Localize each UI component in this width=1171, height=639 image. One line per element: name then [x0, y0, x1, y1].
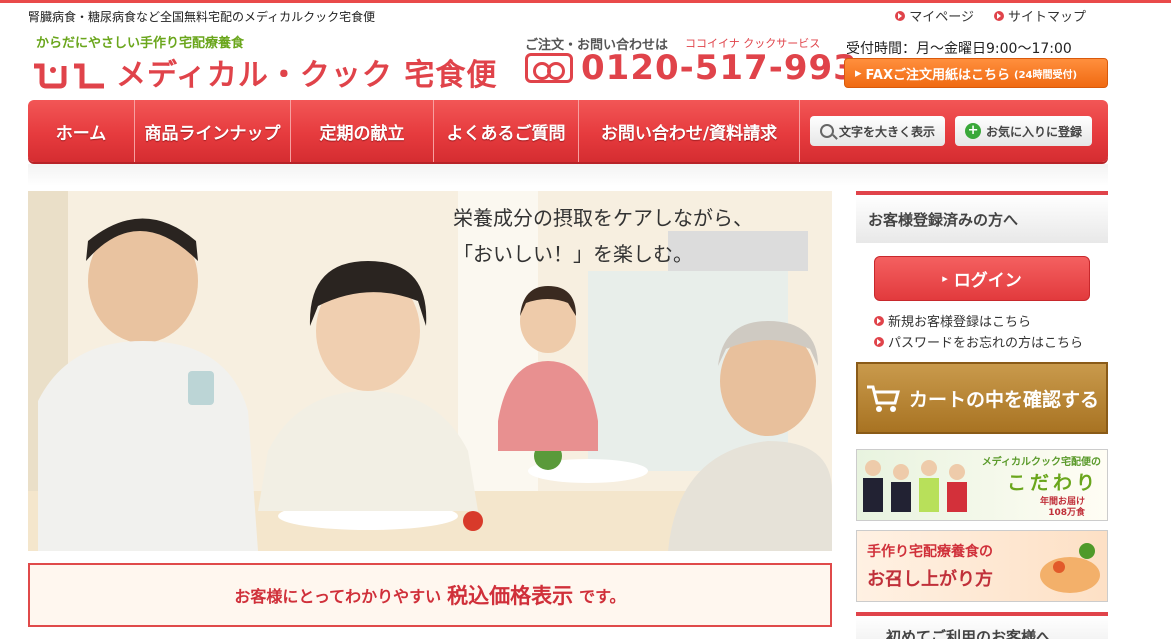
commitment-small: メディカルクック宅配便の: [981, 457, 1101, 468]
text-size-button[interactable]: 文字を大きく表示: [810, 116, 946, 146]
fax-order-button[interactable]: ▸ FAXご注文用紙はこちら (24時間受付): [844, 58, 1108, 88]
commitment-banner[interactable]: メディカルクック宅配便の こだわり 年間お届け 108万食: [856, 449, 1108, 521]
business-hours: 受付時間：月～金曜日9:00～17:00: [846, 41, 1072, 57]
arrow-icon: ▸: [942, 272, 948, 285]
fax-order-label: FAXご注文用紙はこちら: [865, 67, 1011, 83]
nav-home[interactable]: ホーム: [28, 100, 135, 162]
price-notice: お客様にとってわかりやすい 税込価格表示 です。: [28, 563, 832, 627]
arrow-bullet-icon: [895, 10, 906, 21]
logo-mark-icon: [34, 63, 104, 89]
commitment-title: こだわり: [1006, 472, 1099, 494]
view-cart-label: カートの中を確認する: [908, 388, 1099, 411]
fax-order-note: (24時間受付): [1014, 69, 1078, 81]
mypage-link[interactable]: マイページ: [895, 6, 974, 25]
phone-number[interactable]: 0120-517-993: [525, 48, 858, 88]
forgot-password-label: パスワードをお忘れの方はこちら: [888, 336, 1084, 351]
logo-subtitle: からだにやさしい手作り宅配療養食: [36, 36, 245, 51]
phone-number-text: 0120-517-993: [581, 48, 858, 88]
plus-icon: +: [965, 123, 982, 139]
main-nav: ホーム 商品ラインナップ 定期の献立 よくあるご質問 お問い合わせ/資料請求 文…: [28, 100, 1108, 162]
hero-copy: 栄養成分の摂取をケアしながら、 「おいしい！」を楽しむ。: [453, 200, 753, 272]
logo-text: メディカル・クック 宅食便: [116, 58, 498, 93]
notice-emphasis: 税込価格表示: [447, 584, 574, 608]
favorite-label: お気に入りに登録: [986, 124, 1083, 139]
mypage-link-label: マイページ: [909, 10, 974, 25]
nav-tools: 文字を大きく表示 + お気に入りに登録: [810, 116, 1093, 146]
arrow-icon: ▸: [855, 65, 862, 81]
notice-suffix: です。: [579, 587, 626, 606]
how-to-eat-line2: お召し上がり方: [867, 569, 993, 590]
favorite-button[interactable]: + お気に入りに登録: [955, 116, 1093, 146]
first-time-banner[interactable]: 初めてご利用のお客様へ: [856, 612, 1108, 639]
site-logo[interactable]: メディカル・クック 宅食便: [30, 50, 497, 94]
sitemap-link[interactable]: サイトマップ: [993, 6, 1086, 25]
nav-shadow: [28, 164, 1108, 186]
how-to-eat-banner[interactable]: 手作り宅配療養食の お召し上がり方: [856, 530, 1108, 602]
notice-prefix: お客様にとってわかりやすい: [234, 587, 442, 606]
magnifier-icon: [820, 124, 834, 138]
new-registration-label: 新規お客様登録はこちら: [888, 315, 1032, 330]
new-registration-link[interactable]: 新規お客様登録はこちら: [874, 311, 1031, 330]
forgot-password-link[interactable]: パスワードをお忘れの方はこちら: [874, 332, 1083, 351]
nav-regular-menu[interactable]: 定期の献立: [291, 100, 434, 162]
free-dial-icon: [525, 53, 573, 83]
arrow-bullet-icon: [874, 336, 884, 347]
text-size-label: 文字を大きく表示: [839, 124, 936, 139]
food-photo: [1040, 543, 1100, 593]
nav-contact[interactable]: お問い合わせ/資料請求: [579, 100, 800, 162]
arrow-bullet-icon: [874, 315, 884, 326]
hero-copy-line2: 「おいしい！」を楽しむ。: [453, 242, 693, 266]
first-time-label: 初めてご利用のお客様へ: [886, 628, 1052, 639]
login-button[interactable]: ▸ ログイン: [874, 256, 1090, 301]
how-to-eat-line1: 手作り宅配療養食の: [867, 544, 993, 560]
arrow-bullet-icon: [993, 10, 1004, 21]
view-cart-button[interactable]: カートの中を確認する: [856, 362, 1108, 434]
registered-heading: お客様登録済みの方へ: [856, 191, 1108, 243]
nav-faq[interactable]: よくあるご質問: [434, 100, 579, 162]
login-button-label: ログイン: [953, 271, 1022, 291]
sitemap-link-label: サイトマップ: [1007, 10, 1086, 25]
site-tagline: 腎臓病食・糖尿病食など全国無料宅配のメディカルクック宅食便: [28, 10, 376, 24]
nav-product-lineup[interactable]: 商品ラインナップ: [135, 100, 291, 162]
staff-photo: [863, 460, 967, 512]
cart-icon: [866, 385, 900, 412]
top-accent-line: [0, 0, 1171, 3]
commitment-note2: 108万食: [1048, 508, 1085, 518]
hero-copy-line1: 栄養成分の摂取をケアしながら、: [453, 206, 753, 230]
top-links: マイページ サイトマップ: [895, 6, 1086, 25]
